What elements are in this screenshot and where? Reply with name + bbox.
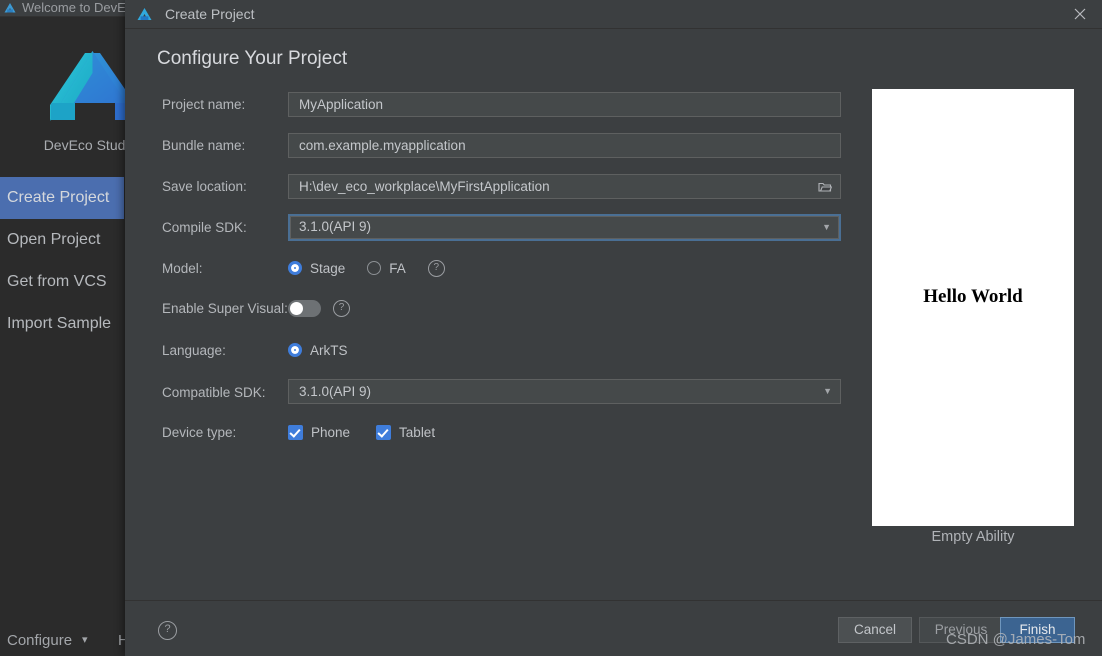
create-project-dialog: Create Project Configure Your Project Pr… [125,0,1102,656]
dialog-title: Create Project [165,6,255,22]
bundle-name-label: Bundle name: [162,138,246,153]
compile-sdk-value: 3.1.0(API 9) [299,219,372,234]
device-type-option-tablet[interactable]: Tablet [376,424,436,440]
page-title: Configure Your Project [157,48,348,69]
bundle-name-input[interactable]: com.example.myapplication [288,133,841,158]
sidebar-item-label: Get from VCS [7,273,107,290]
template-preview: Hello World [872,89,1074,526]
device-type-label: Device type: [162,425,237,440]
project-name-input[interactable]: MyApplication [288,92,841,117]
close-icon[interactable] [1058,0,1102,28]
save-location-input[interactable]: H:\dev_eco_workplace\MyFirstApplication [288,174,841,199]
model-option-label: Stage [310,260,346,276]
language-option-label: ArkTS [310,342,348,358]
model-label: Model: [162,261,203,276]
configure-button[interactable]: Configure ▾ [7,632,88,649]
deveco-logo-icon [3,1,17,15]
language-option-arkts[interactable]: ArkTS [288,343,348,358]
preview-caption: Empty Ability [931,529,1015,545]
compatible-sdk-value: 3.1.0(API 9) [299,384,372,399]
welcome-window-title-text: Welcome to DevEco [22,0,140,15]
enable-super-visual-toggle[interactable] [288,299,321,317]
help-circle-icon[interactable]: ? [158,621,177,640]
dialog-content: Configure Your Project Project name: MyA… [125,29,1102,600]
save-location-value: H:\dev_eco_workplace\MyFirstApplication [299,179,550,194]
sidebar-item-get-from-vcs[interactable]: Get from VCS [0,261,124,303]
deveco-logo-icon [135,5,154,24]
device-type-option-label: Tablet [399,424,436,440]
dialog-titlebar: Create Project [125,0,1102,29]
model-radio-group: Stage FA ? [288,257,445,279]
checkbox-checked-icon [288,424,303,440]
device-type-option-phone[interactable]: Phone [288,424,351,440]
compile-sdk-select[interactable]: 3.1.0(API 9) ▼ [288,214,841,241]
chevron-down-icon[interactable]: ▼ [823,380,832,403]
radio-selected-icon [288,261,302,275]
model-option-stage[interactable]: Stage [288,261,345,276]
watermark: CSDN @James-Tom [946,631,1086,648]
folder-open-icon[interactable] [814,177,836,197]
sidebar-item-open-project[interactable]: Open Project [0,219,124,261]
model-option-label: FA [389,260,406,276]
compile-sdk-label: Compile SDK: [162,220,247,235]
configure-label: Configure [7,632,73,649]
compatible-sdk-select[interactable]: 3.1.0(API 9) ▼ [288,379,841,404]
radio-unselected-icon [367,261,382,275]
enable-super-visual-label: Enable Super Visual: [162,301,288,316]
device-type-checkbox-group: Phone Tablet [288,421,461,443]
cancel-button[interactable]: Cancel [838,617,912,643]
save-location-label: Save location: [162,179,247,194]
checkbox-checked-icon [376,424,392,440]
chevron-down-icon: ▾ [82,634,88,646]
compatible-sdk-label: Compatible SDK: [162,385,266,400]
device-type-option-label: Phone [311,424,351,440]
model-option-fa[interactable]: FA [367,261,406,276]
sidebar-item-import-sample[interactable]: Import Sample [0,303,124,345]
enable-super-visual-row: ? [288,297,350,319]
language-label: Language: [162,343,226,358]
compile-sdk-inner-border [290,216,839,239]
language-radio-group: ArkTS [288,339,370,361]
toggle-knob [290,301,303,315]
preview-screen-text: Hello World [923,286,1023,307]
project-name-label: Project name: [162,97,246,112]
radio-selected-icon [288,343,302,357]
sidebar-item-label: Open Project [7,231,101,248]
sidebar-item-label: Import Sample [7,315,112,332]
help-circle-icon[interactable]: ? [427,259,445,277]
sidebar-item-label: Create Project [7,189,110,206]
sidebar-item-create-project[interactable]: Create Project [0,177,124,219]
help-circle-icon[interactable]: ? [333,299,350,317]
chevron-down-icon[interactable]: ▼ [822,216,831,239]
